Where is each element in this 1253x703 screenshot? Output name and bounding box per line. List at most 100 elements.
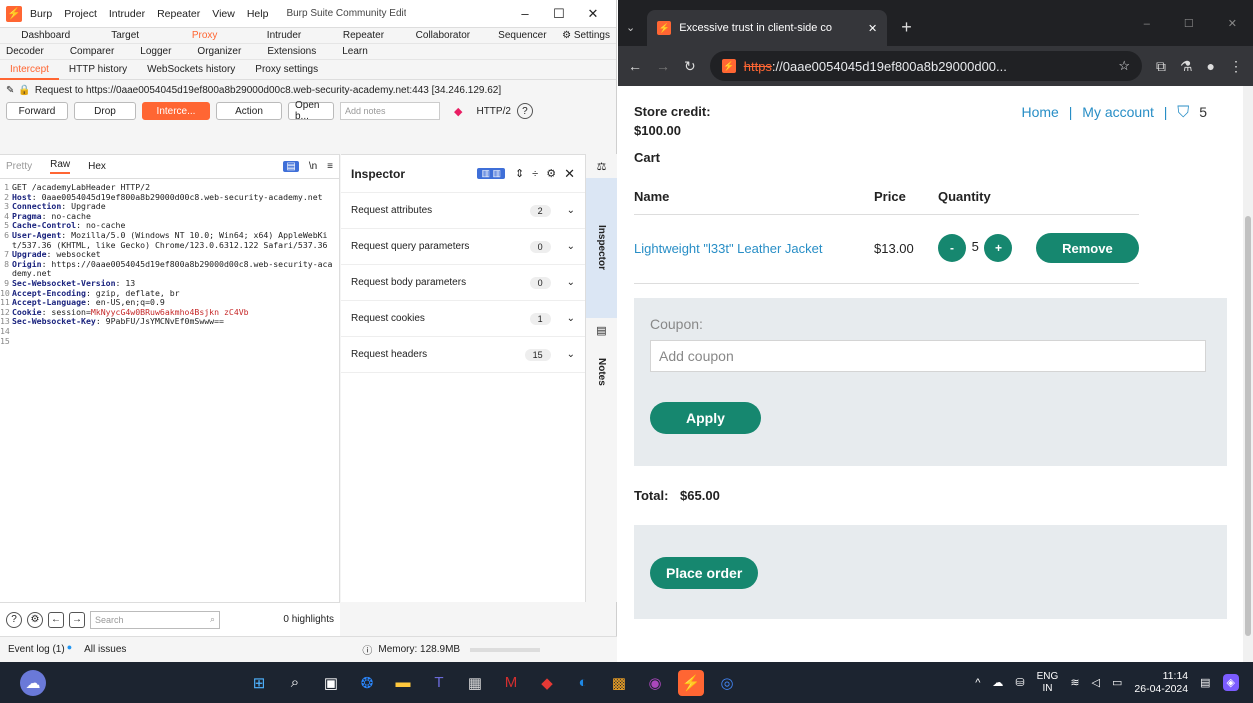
highlight-color-icon[interactable]: ◆ — [454, 105, 462, 118]
volume-icon[interactable]: ◁ — [1092, 676, 1100, 689]
menu-icon[interactable]: ≡ — [327, 161, 333, 172]
battery-icon[interactable]: ▭ — [1112, 676, 1122, 689]
cloud-icon[interactable]: ☁ — [992, 676, 1003, 689]
product-link[interactable]: Lightweight "l33t" Leather Jacket — [634, 241, 822, 256]
code-line[interactable]: 6 User-Agent: Mozilla/5.0 (Windows NT 10.… — [0, 230, 339, 250]
app-icon[interactable]: ▩ — [606, 670, 632, 696]
menu-item-repeater[interactable]: Repeater — [157, 8, 200, 20]
intercept-toggle-button[interactable]: Interce... — [142, 102, 210, 120]
help-icon[interactable]: ? — [6, 611, 22, 628]
collapse-icon[interactable]: ÷ — [532, 168, 538, 180]
subtab-http-history[interactable]: HTTP history — [59, 60, 137, 80]
tab-dashboard[interactable]: Dashboard — [6, 30, 85, 41]
tab-target[interactable]: Target — [85, 30, 164, 41]
rail-inspector-tab[interactable]: Inspector — [586, 178, 617, 318]
copilot-pre-icon[interactable]: ◈ — [1222, 674, 1239, 691]
event-log-link[interactable]: Event log (1) — [8, 644, 65, 655]
store-icon[interactable]: ▦ — [462, 670, 488, 696]
gear-icon[interactable]: ⚙ — [546, 167, 556, 180]
tab-logger[interactable]: Logger — [140, 46, 171, 57]
weather-icon[interactable]: ☁ — [20, 669, 46, 696]
menu-item-project[interactable]: Project — [64, 8, 97, 20]
back-icon[interactable]: ← — [628, 58, 642, 74]
notification-icon[interactable]: ▤ — [1200, 676, 1210, 689]
tab-proxy[interactable]: Proxy — [165, 30, 244, 41]
decrease-qty-button[interactable]: - — [938, 234, 966, 262]
chrome-icon[interactable]: ◎ — [714, 670, 740, 696]
browser-tab[interactable]: ⚡ Excessive trust in client-side co ✕ — [647, 10, 888, 46]
mcafee-icon[interactable]: M — [498, 670, 524, 696]
open-browser-button[interactable]: Open b... — [288, 100, 334, 122]
close-inspector-icon[interactable]: ✕ — [564, 166, 575, 182]
chevron-down-icon[interactable]: ⌄ — [567, 349, 575, 360]
notes-icon[interactable]: ▤ — [586, 318, 617, 342]
rail-notes-tab[interactable]: Notes — [586, 342, 617, 402]
clock[interactable]: 11:14 26-04-2024 — [1134, 670, 1188, 696]
minimize-icon[interactable]: – — [1144, 18, 1150, 30]
search-input[interactable]: Search ⌕ — [90, 610, 220, 629]
notes-input[interactable]: Add notes — [340, 102, 440, 120]
home-link[interactable]: Home — [1022, 104, 1059, 120]
git-icon[interactable]: ◉ — [642, 670, 668, 696]
newline-toggle[interactable]: \n — [309, 161, 317, 172]
bookmark-star-icon[interactable]: ☆ — [1118, 58, 1130, 74]
tab-intruder[interactable]: Intruder — [244, 30, 323, 41]
code-line[interactable]: 14 — [0, 326, 339, 337]
menu-item-intruder[interactable]: Intruder — [109, 8, 145, 20]
layout-toggle-icon[interactable]: ▥ ▥ — [477, 168, 505, 179]
reload-icon[interactable]: ↻ — [684, 58, 696, 75]
page-scrollbar[interactable] — [1243, 86, 1253, 662]
close-icon[interactable]: ✕ — [1228, 17, 1237, 30]
diamond-app-icon[interactable]: ◆ — [534, 670, 560, 696]
new-tab-icon[interactable]: + — [901, 17, 912, 38]
tab-comparer[interactable]: Comparer — [70, 46, 114, 57]
close-tab-icon[interactable]: ✕ — [868, 22, 877, 35]
task-view-icon[interactable]: ▣ — [318, 670, 344, 696]
all-issues-link[interactable]: All issues — [84, 644, 126, 655]
tab-collaborator[interactable]: Collaborator — [403, 30, 482, 41]
forward-icon[interactable]: → — [69, 611, 85, 628]
burp-taskbar-icon[interactable]: ⚡ — [678, 669, 704, 696]
help-icon[interactable]: ? — [516, 103, 533, 119]
file-explorer-icon[interactable]: ▬ — [390, 670, 416, 696]
inspector-row[interactable]: Request headers 15 ⌄ — [341, 337, 585, 373]
network-alert-icon[interactable]: ⛁ — [1015, 676, 1024, 689]
minimize-icon[interactable]: – — [508, 6, 542, 22]
menu-item-help[interactable]: Help — [247, 8, 269, 20]
inspector-row[interactable]: Request cookies 1 ⌄ — [341, 301, 585, 337]
tab-extensions[interactable]: Extensions — [267, 46, 316, 57]
more-menu-icon[interactable]: ⋮ — [1229, 58, 1243, 75]
settings-icon[interactable]: ⚙ — [27, 611, 43, 628]
back-icon[interactable]: ← — [48, 611, 64, 628]
start-icon[interactable]: ⊞ — [246, 670, 272, 696]
tab-hex[interactable]: Hex — [88, 161, 106, 172]
tab-search-icon[interactable]: ⌄ — [626, 21, 635, 34]
menu-item-view[interactable]: View — [212, 8, 235, 20]
action-button[interactable]: Action — [216, 102, 282, 120]
pencil-icon[interactable]: ✎ — [6, 85, 14, 96]
chevron-down-icon[interactable]: ⌄ — [567, 205, 575, 216]
maximize-icon[interactable]: ☐ — [1184, 17, 1194, 30]
chevron-up-icon[interactable]: ^ — [975, 677, 980, 689]
expand-icon[interactable]: ⇕ — [515, 167, 524, 180]
tab-pretty[interactable]: Pretty — [6, 161, 32, 172]
coupon-input[interactable]: Add coupon — [650, 340, 1206, 372]
code-line[interactable]: 13 Sec-Websocket-Key: 9PabFU/JsYMCNvEf0mS… — [0, 317, 339, 327]
tab-raw[interactable]: Raw — [50, 159, 71, 174]
chevron-down-icon[interactable]: ⌄ — [567, 241, 575, 252]
tab-learn[interactable]: Learn — [342, 46, 368, 57]
chevron-down-icon[interactable]: ⌄ — [567, 313, 575, 324]
subtab-proxy-settings[interactable]: Proxy settings — [245, 60, 328, 80]
inspector-row[interactable]: Request body parameters 0 ⌄ — [341, 265, 585, 301]
drop-button[interactable]: Drop — [74, 102, 136, 120]
cart-icon[interactable]: ⛉ — [1177, 104, 1189, 121]
request-editor[interactable]: Pretty Raw Hex ▤ \n ≡ 1 GET /academyLabHe… — [0, 154, 340, 602]
place-order-button[interactable]: Place order — [650, 557, 759, 589]
search-icon[interactable]: ⌕ — [282, 670, 308, 696]
teams-icon[interactable]: T — [426, 670, 452, 696]
code-line[interactable]: 15 — [0, 336, 339, 347]
code-line[interactable]: 8 Origin: https://0aae0054045d19ef800a8b2… — [0, 259, 339, 279]
inspector-row[interactable]: Request query parameters 0 ⌄ — [341, 229, 585, 265]
subtab-intercept[interactable]: Intercept — [0, 60, 59, 80]
extensions-icon[interactable]: ⧉ — [1156, 58, 1166, 75]
